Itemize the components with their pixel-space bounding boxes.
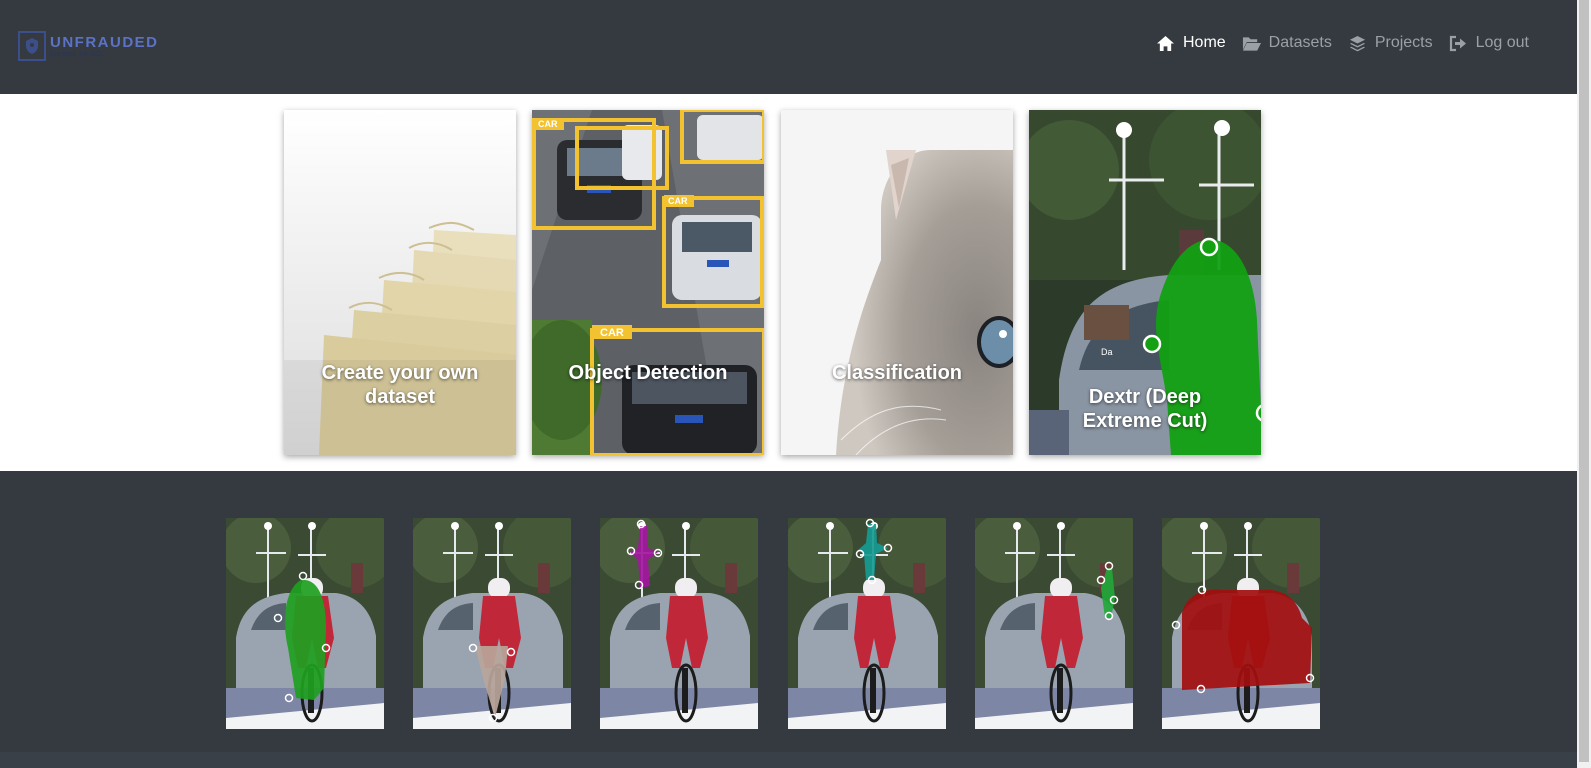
nav-projects[interactable]: Projects [1348, 34, 1433, 52]
detection-box-label: CAR [668, 196, 688, 206]
gallery-thumbnail [226, 518, 384, 729]
nav-home-label: Home [1182, 34, 1226, 51]
nav-datasets[interactable]: Datasets [1242, 34, 1332, 52]
nav-datasets-label: Datasets [1268, 34, 1332, 51]
detection-box-label: CAR [538, 119, 558, 129]
scrollbar-thumb[interactable] [1579, 0, 1589, 762]
card-object-detection-label: Object Detection [568, 362, 728, 384]
gallery-thumbnail [413, 518, 571, 729]
shield-logo-icon [18, 31, 46, 61]
nav-logout[interactable]: Log out [1449, 34, 1529, 52]
dextr-example-gallery [0, 471, 1577, 752]
folder-open-icon [1242, 36, 1261, 51]
card-classification-label: Classification [831, 362, 963, 384]
card-dextr[interactable]: Da Dextr (Deep Extreme Cut) [1029, 110, 1261, 455]
gallery-thumbnail [975, 518, 1133, 729]
svg-text:Da: Da [1101, 347, 1113, 357]
brand-logo[interactable]: UNFRAUDED created by NCL [18, 29, 159, 63]
card-create-dataset-label: Create your own dataset [321, 362, 479, 408]
nav-logout-label: Log out [1475, 34, 1529, 51]
nav-home[interactable]: Home [1156, 34, 1226, 52]
card-classification[interactable]: Classification [781, 110, 1013, 455]
object-detection-image: CAR CAR CAR [532, 110, 764, 455]
card-create-dataset[interactable]: Create your own dataset [284, 110, 516, 455]
detection-box-label: CAR [600, 327, 624, 339]
sign-out-icon [1449, 35, 1466, 51]
card-dextr-label: Dextr (Deep Extreme Cut) [1082, 386, 1208, 432]
brand-title: UNFRAUDED [50, 33, 159, 51]
main-nav: Home Datasets Projects Log out [1156, 34, 1529, 52]
card-object-detection[interactable]: CAR CAR CAR Object Detection [532, 110, 764, 455]
brand-subtitle: created by NCL [50, 50, 106, 58]
top-navbar: UNFRAUDED created by NCL Home Datasets P… [0, 0, 1577, 94]
layers-icon [1349, 35, 1365, 51]
gallery-thumbnail [600, 518, 758, 729]
gallery-thumbnail [1162, 518, 1320, 729]
vertical-scrollbar[interactable] [1577, 0, 1591, 768]
feature-cards-section: Create your own dataset CAR CAR CAR Obje… [0, 94, 1577, 471]
gallery-thumbnail [788, 518, 946, 729]
nav-projects-label: Projects [1374, 34, 1433, 51]
cat-image [781, 110, 1013, 455]
footer-bar [0, 752, 1577, 768]
home-icon [1156, 35, 1174, 51]
